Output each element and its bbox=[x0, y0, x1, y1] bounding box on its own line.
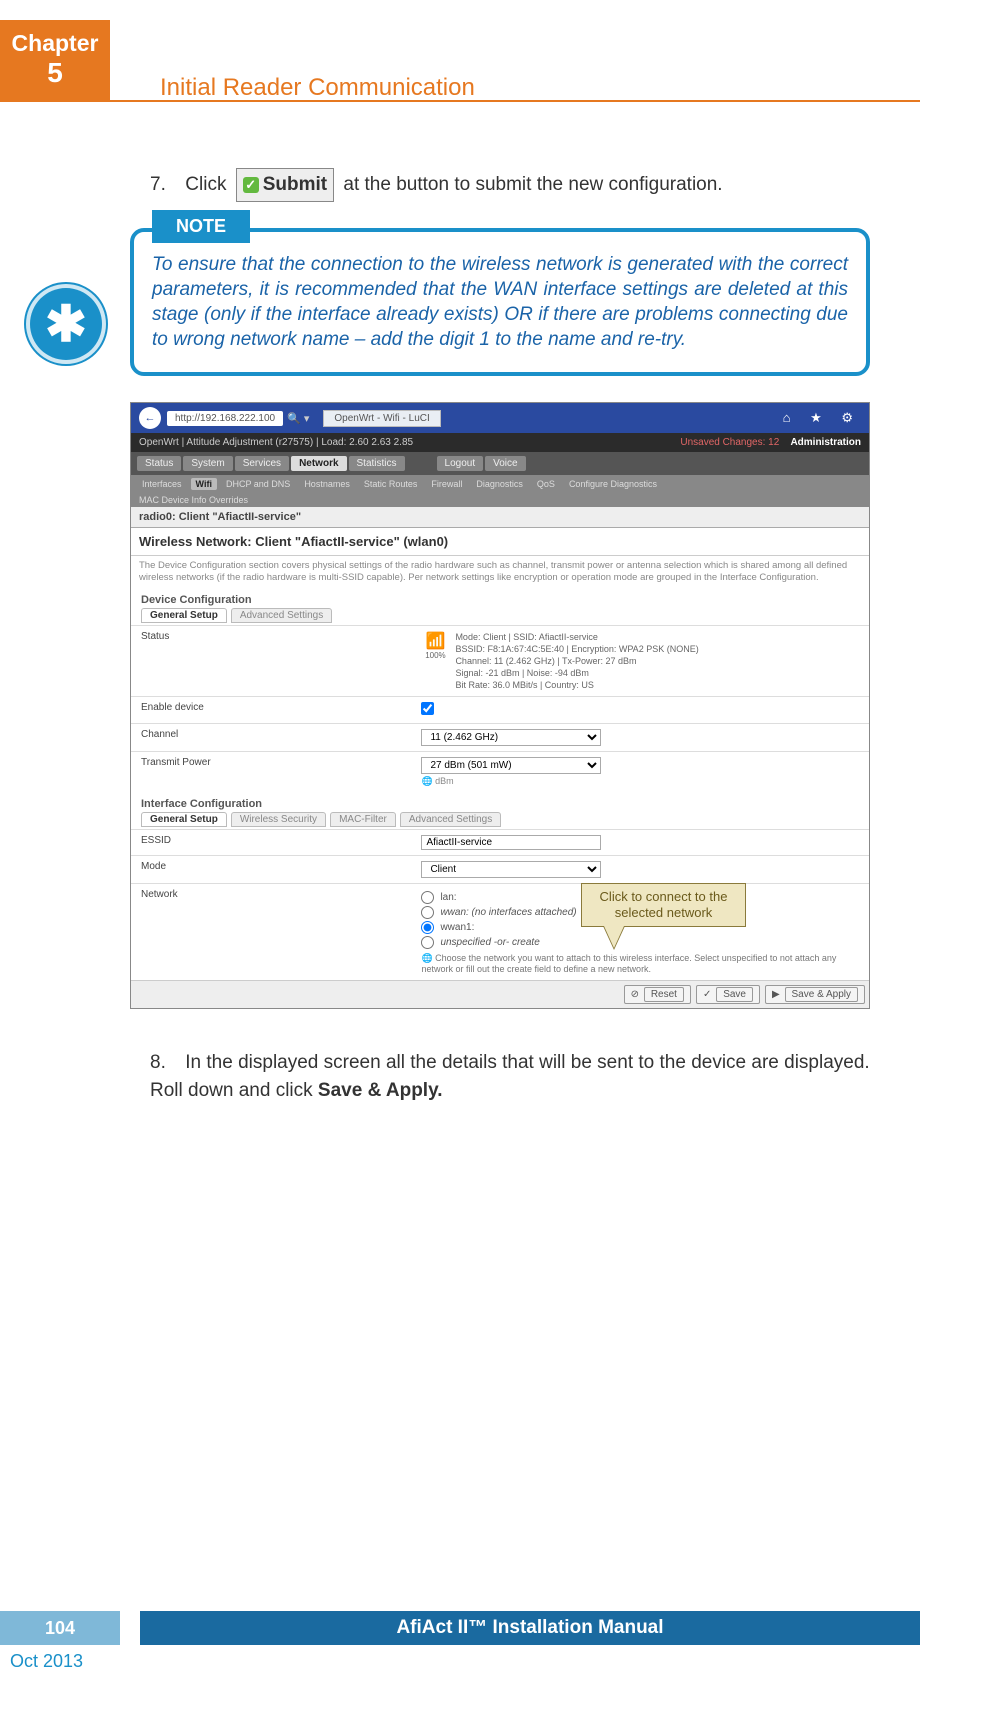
chapter-label: Chapter bbox=[0, 30, 110, 57]
mode-label: Mode bbox=[131, 856, 411, 884]
network-label: Network bbox=[131, 884, 411, 981]
note-container: ✱ NOTE To ensure that the connection to … bbox=[130, 228, 870, 376]
submit-label: Submit bbox=[263, 174, 327, 195]
subtab-qos[interactable]: QoS bbox=[532, 478, 560, 490]
luci-breadcrumb: OpenWrt | Attitude Adjustment (r27575) |… bbox=[139, 437, 413, 448]
ifacetab-advanced[interactable]: Advanced Settings bbox=[400, 812, 501, 827]
ifacetab-security[interactable]: Wireless Security bbox=[231, 812, 326, 827]
main-tabs: Status System Services Network Statistic… bbox=[131, 452, 869, 475]
step7-text-pre: Click bbox=[185, 174, 226, 195]
footer-date: Oct 2013 bbox=[10, 1651, 920, 1672]
subtab-hostnames[interactable]: Hostnames bbox=[299, 478, 355, 490]
subtab-dhcp[interactable]: DHCP and DNS bbox=[221, 478, 295, 490]
sub-tabs: Interfaces Wifi DHCP and DNS Hostnames S… bbox=[131, 475, 869, 493]
iface-config-table: ESSID Mode Client Network lan: wwan: (no… bbox=[131, 829, 869, 980]
router-screenshot: ← http://192.168.222.100 🔍 ▾ OpenWrt - W… bbox=[130, 402, 870, 1009]
callout-bubble: Click to connect to the selected network bbox=[581, 883, 746, 927]
status-label: Status bbox=[131, 626, 411, 697]
txpower-select[interactable]: 27 dBm (501 mW) bbox=[421, 757, 601, 774]
subtab-interfaces[interactable]: Interfaces bbox=[137, 478, 187, 490]
signal-icon: 📶100% bbox=[421, 631, 449, 691]
button-bar: ⊘ Reset ✓ Save ▶ Save & Apply bbox=[131, 980, 869, 1008]
section-title: Initial Reader Communication bbox=[160, 74, 475, 102]
step7-number: 7. bbox=[150, 171, 180, 199]
tab-voice[interactable]: Voice bbox=[485, 456, 525, 471]
device-config-tabs: General Setup Advanced Settings bbox=[131, 606, 869, 625]
unsaved-changes[interactable]: Unsaved Changes: 12 bbox=[680, 437, 779, 448]
chapter-number: 5 bbox=[0, 57, 110, 89]
step8-bold: Save & Apply. bbox=[318, 1080, 443, 1101]
iface-config-tabs: General Setup Wireless Security MAC-Filt… bbox=[131, 810, 869, 829]
browser-tab[interactable]: OpenWrt - Wifi - LuCI bbox=[323, 410, 440, 427]
note-tab: NOTE bbox=[152, 210, 250, 243]
subtab-static-routes[interactable]: Static Routes bbox=[359, 478, 423, 490]
net-radio-lan[interactable] bbox=[421, 891, 434, 904]
step-7: 7. Click ✓Submit at the button to submit… bbox=[150, 168, 870, 202]
tab-services[interactable]: Services bbox=[235, 456, 289, 471]
step8-text-a: In the displayed screen all the details … bbox=[150, 1052, 870, 1101]
mac-overrides-line[interactable]: MAC Device Info Overrides bbox=[131, 493, 869, 507]
reset-button[interactable]: ⊘ Reset bbox=[624, 985, 691, 1004]
tab-network[interactable]: Network bbox=[291, 456, 346, 471]
page-number: 104 bbox=[0, 1611, 120, 1645]
footer: 104 AfiAct II™ Installation Manual Oct 2… bbox=[0, 1611, 920, 1672]
config-description: The Device Configuration section covers … bbox=[131, 556, 869, 588]
enable-label: Enable device bbox=[131, 697, 411, 724]
subtab-config-diag[interactable]: Configure Diagnostics bbox=[564, 478, 662, 490]
note-body: To ensure that the connection to the wir… bbox=[130, 228, 870, 376]
radio0-header: radio0: Client "AfiactII-service" bbox=[131, 507, 869, 528]
step-8: 8. In the displayed screen all the detai… bbox=[150, 1049, 870, 1105]
manual-title: AfiAct II™ Installation Manual bbox=[140, 1611, 920, 1645]
mode-select[interactable]: Client bbox=[421, 861, 601, 878]
step7-text-post: at the button to submit the new configur… bbox=[343, 174, 722, 195]
ifacetab-general[interactable]: General Setup bbox=[141, 812, 227, 827]
enable-device-checkbox[interactable] bbox=[421, 702, 434, 715]
check-icon: ✓ bbox=[243, 177, 259, 193]
url-bar[interactable]: http://192.168.222.100 bbox=[167, 411, 283, 426]
note-asterisk-icon: ✱ bbox=[30, 288, 102, 360]
channel-select[interactable]: 11 (2.462 GHz) bbox=[421, 729, 601, 746]
back-icon[interactable]: ← bbox=[139, 407, 161, 429]
tab-system[interactable]: System bbox=[183, 456, 232, 471]
device-config-title: Device Configuration bbox=[131, 588, 869, 606]
window-icons[interactable]: ⌂ ★ ⚙ bbox=[783, 410, 861, 426]
admin-link[interactable]: Administration bbox=[790, 437, 861, 448]
essid-label: ESSID bbox=[131, 830, 411, 856]
save-button[interactable]: ✓ Save bbox=[696, 985, 760, 1004]
subtab-wifi[interactable]: Wifi bbox=[191, 478, 217, 490]
network-hint: 🌐 Choose the network you want to attach … bbox=[421, 953, 859, 975]
wireless-network-title: Wireless Network: Client "AfiactII-servi… bbox=[131, 528, 869, 556]
search-icon[interactable]: 🔍 ▾ bbox=[287, 412, 309, 425]
tab-statistics[interactable]: Statistics bbox=[349, 456, 405, 471]
save-apply-button[interactable]: ▶ Save & Apply bbox=[765, 985, 865, 1004]
ifacetab-macfilter[interactable]: MAC-Filter bbox=[330, 812, 396, 827]
net-radio-wwan1[interactable] bbox=[421, 921, 434, 934]
chapter-tab: Chapter 5 bbox=[0, 20, 110, 100]
subtab-diagnostics[interactable]: Diagnostics bbox=[471, 478, 528, 490]
subtab-firewall[interactable]: Firewall bbox=[426, 478, 467, 490]
step8-number: 8. bbox=[150, 1049, 180, 1077]
net-radio-wwan[interactable] bbox=[421, 906, 434, 919]
luci-header: OpenWrt | Attitude Adjustment (r27575) |… bbox=[131, 433, 869, 452]
net-radio-unspecified[interactable] bbox=[421, 936, 434, 949]
iface-config-title: Interface Configuration bbox=[131, 792, 869, 810]
essid-input[interactable] bbox=[421, 835, 601, 850]
status-text: Mode: Client | SSID: AfiactII-service BS… bbox=[455, 631, 698, 691]
devtab-advanced[interactable]: Advanced Settings bbox=[231, 608, 332, 623]
device-config-table: Status 📶100% Mode: Client | SSID: Afiact… bbox=[131, 625, 869, 792]
tab-status[interactable]: Status bbox=[137, 456, 181, 471]
browser-titlebar: ← http://192.168.222.100 🔍 ▾ OpenWrt - W… bbox=[131, 403, 869, 433]
txpower-label: Transmit Power bbox=[131, 752, 411, 793]
submit-button-inline[interactable]: ✓Submit bbox=[236, 168, 334, 202]
tab-logout[interactable]: Logout bbox=[437, 456, 484, 471]
channel-label: Channel bbox=[131, 724, 411, 752]
devtab-general[interactable]: General Setup bbox=[141, 608, 227, 623]
txpower-unit: dBm bbox=[435, 776, 454, 786]
